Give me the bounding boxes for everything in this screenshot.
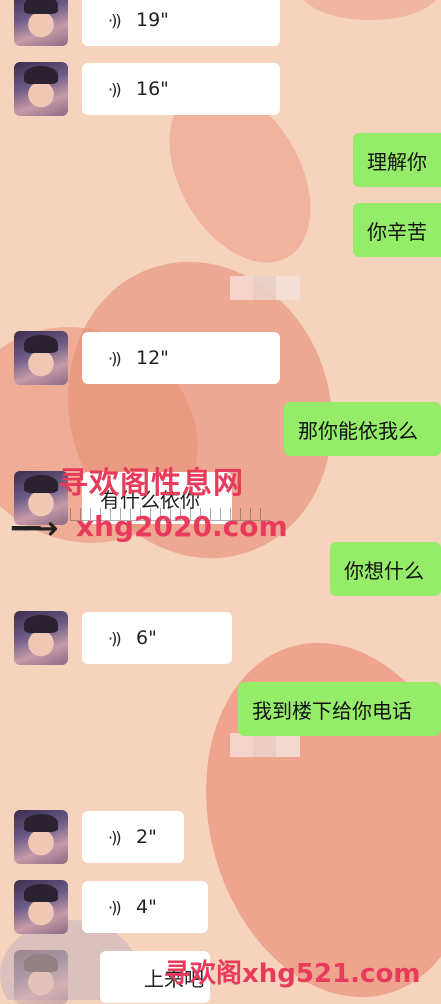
message-text: 理解你 xyxy=(367,149,427,174)
voice-wave-icon: ·)) xyxy=(108,897,122,917)
voice-duration: 12" xyxy=(136,347,169,369)
text-message-bubble[interactable]: 那你能依我么 xyxy=(284,402,441,456)
voice-message-bubble[interactable]: ·)) 16" xyxy=(82,63,280,115)
message-text: 你想什么 xyxy=(344,558,424,583)
voice-wave-icon: ·)) xyxy=(108,10,122,30)
message-text: 那你能依我么 xyxy=(298,418,418,443)
voice-duration: 2" xyxy=(136,826,157,848)
mosaic-blur xyxy=(230,276,300,300)
voice-message-bubble[interactable]: ·)) 2" xyxy=(82,811,184,863)
arrow-icon: ━━➜ xyxy=(12,514,59,544)
voice-wave-icon: ·)) xyxy=(108,628,122,648)
voice-message-bubble[interactable]: ·)) 4" xyxy=(82,881,208,933)
voice-message-bubble[interactable]: ·)) 12" xyxy=(82,332,280,384)
voice-wave-icon: ·)) xyxy=(108,348,122,368)
message-text: 我到楼下给你电话 xyxy=(252,698,412,723)
avatar[interactable] xyxy=(14,880,68,934)
text-message-bubble[interactable]: 理解你 xyxy=(353,133,441,187)
watermark-site-url: xhg2020.com xyxy=(76,510,288,543)
text-message-bubble[interactable]: 你想什么 xyxy=(330,542,441,596)
avatar[interactable] xyxy=(14,611,68,665)
message-text: 你辛苦 xyxy=(367,219,427,244)
voice-duration: 6" xyxy=(136,627,157,649)
voice-message-bubble[interactable]: ·)) 6" xyxy=(82,612,232,664)
voice-wave-icon: ·)) xyxy=(108,827,122,847)
text-message-bubble[interactable]: 我到楼下给你电话 xyxy=(238,682,441,736)
avatar[interactable] xyxy=(14,331,68,385)
watermark-site-name: 寻欢阁性息网 xyxy=(58,466,244,501)
avatar[interactable] xyxy=(14,0,68,46)
watermark-bottom: 寻欢阁xhg521.com xyxy=(164,959,421,989)
voice-message-bubble[interactable]: ·)) 19" xyxy=(82,0,280,46)
avatar[interactable] xyxy=(14,810,68,864)
voice-duration: 19" xyxy=(136,9,169,31)
avatar[interactable] xyxy=(14,950,68,1004)
voice-duration: 4" xyxy=(136,896,157,918)
voice-wave-icon: ·)) xyxy=(108,79,122,99)
voice-duration: 16" xyxy=(136,78,169,100)
avatar[interactable] xyxy=(14,62,68,116)
text-message-bubble[interactable]: 你辛苦 xyxy=(353,203,441,257)
mosaic-blur xyxy=(230,733,300,757)
